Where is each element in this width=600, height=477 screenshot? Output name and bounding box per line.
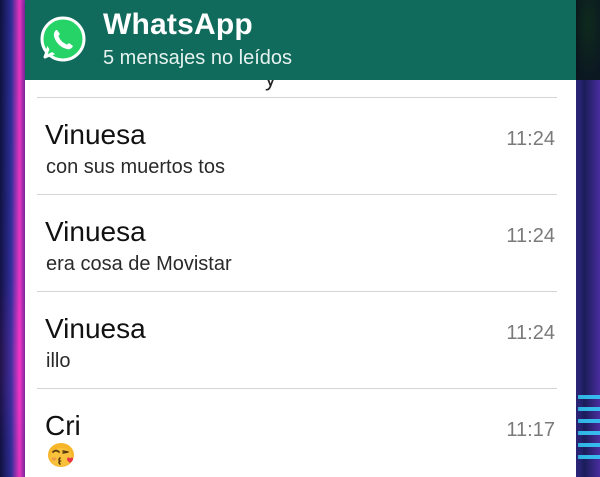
message-text: con sus muertos tos xyxy=(46,156,225,178)
notification-header[interactable]: WhatsApp 5 mensajes no leídos xyxy=(25,0,576,80)
message-sender: Vinuesa xyxy=(45,216,146,247)
face-blowing-kiss-emoji-icon xyxy=(48,443,74,467)
message-item[interactable]: Vinuesa 11:24 illo xyxy=(25,292,576,388)
whatsapp-notification-panel[interactable]: WhatsApp 5 mensajes no leídos y Vinuesa … xyxy=(25,0,576,477)
message-list: y Vinuesa 11:24 con sus muertos tos Vinu… xyxy=(25,80,576,477)
message-text: illo xyxy=(46,350,71,372)
message-time: 11:17 xyxy=(506,419,555,441)
message-time: 11:24 xyxy=(506,225,555,247)
message-text: era cosa de Movistar xyxy=(46,253,232,275)
message-time: 11:24 xyxy=(506,128,555,150)
message-sender: Vinuesa xyxy=(45,313,146,344)
message-item[interactable]: Vinuesa 11:24 con sus muertos tos xyxy=(25,98,576,194)
whatsapp-logo-icon xyxy=(40,16,86,62)
message-time: 11:24 xyxy=(506,322,555,344)
message-sender: Cri xyxy=(45,410,81,441)
message-item[interactable]: Cri 11:17 xyxy=(25,389,576,477)
wallpaper-left xyxy=(0,0,28,477)
unread-summary: 5 mensajes no leídos xyxy=(103,47,293,69)
previous-message-cutoff: y xyxy=(25,80,576,97)
message-sender: Vinuesa xyxy=(45,119,146,150)
message-item[interactable]: Vinuesa 11:24 era cosa de Movistar xyxy=(25,195,576,291)
app-title: WhatsApp xyxy=(103,8,253,41)
